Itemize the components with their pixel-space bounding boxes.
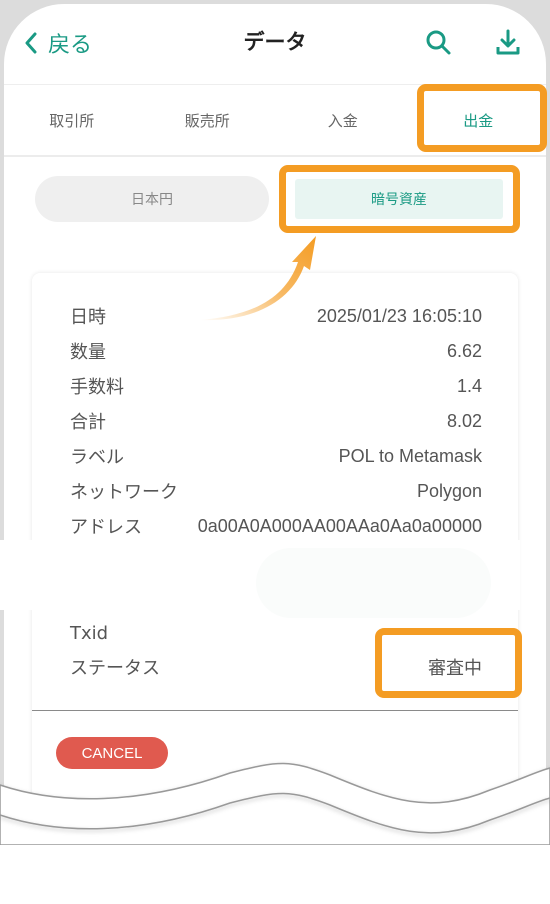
row-label: 手数料 <box>70 377 124 398</box>
row-value: 2025/01/23 16:05:10 <box>316 305 482 326</box>
row-value: POL to Metamask <box>338 445 482 466</box>
row-label: アドレス <box>70 517 142 538</box>
tab-label: 取引所 <box>49 111 95 130</box>
redacted-blob <box>256 548 491 618</box>
detail-row-network: ネットワーク Polygon <box>70 476 482 506</box>
segment-jpy[interactable]: 日本円 <box>35 176 269 222</box>
tab-bar: 取引所 販売所 入金 出金 <box>4 84 546 157</box>
tab-withdrawal[interactable]: 出金 <box>411 85 547 155</box>
row-value: 0a00A0A000AA00AAa0Aa0a00000 <box>197 515 482 536</box>
row-label: 合計 <box>70 412 106 433</box>
search-icon <box>426 30 451 55</box>
row-label: 日時 <box>70 307 106 328</box>
status-badge: 審査中 <box>428 658 482 678</box>
segment-label: 暗号資産 <box>371 192 427 208</box>
card-divider <box>32 710 518 711</box>
tab-sales[interactable]: 販売所 <box>140 85 276 155</box>
tab-label: 出金 <box>463 111 494 130</box>
tab-exchange[interactable]: 取引所 <box>4 85 140 155</box>
tab-label: 販売所 <box>184 111 230 130</box>
search-button[interactable] <box>424 28 452 60</box>
row-value: 1.4 <box>456 375 482 396</box>
detail-row-label: ラベル POL to Metamask <box>70 441 482 471</box>
download-button[interactable] <box>494 28 522 60</box>
tab-deposit[interactable]: 入金 <box>275 85 411 155</box>
cancel-button[interactable]: CANCEL <box>56 737 168 769</box>
detail-row-status: ステータス 審査中 <box>70 652 482 682</box>
row-value: 8.02 <box>446 410 482 431</box>
detail-row-datetime: 日時 2025/01/23 16:05:10 <box>70 301 482 331</box>
cancel-label: CANCEL <box>81 744 143 762</box>
row-label: ネットワーク <box>70 482 178 503</box>
row-label: 数量 <box>70 342 106 363</box>
detail-row-fee: 手数料 1.4 <box>70 371 482 401</box>
tab-label: 入金 <box>327 111 358 130</box>
header: 戻る データ <box>4 4 546 80</box>
segment-crypto[interactable]: 暗号資産 <box>295 179 503 219</box>
detail-row-total: 合計 8.02 <box>70 406 482 436</box>
row-label: ステータス <box>70 658 160 679</box>
detail-row-txid: Txid <box>70 618 482 648</box>
page-title: データ <box>243 30 307 54</box>
row-value: Polygon <box>416 480 482 501</box>
detail-row-address: アドレス 0a00A0A000AA00AAa0Aa0a00000 <box>70 511 482 541</box>
row-label: ラベル <box>70 447 124 468</box>
row-value: 6.62 <box>446 340 482 361</box>
segment-label: 日本円 <box>131 192 173 208</box>
app-screen: 戻る データ 取引所 販売所 入金 出金 日本円 暗号資産 日時 2025/01/… <box>4 4 546 904</box>
download-icon <box>496 29 520 55</box>
row-label: Txid <box>70 622 109 644</box>
detail-row-quantity: 数量 6.62 <box>70 336 482 366</box>
